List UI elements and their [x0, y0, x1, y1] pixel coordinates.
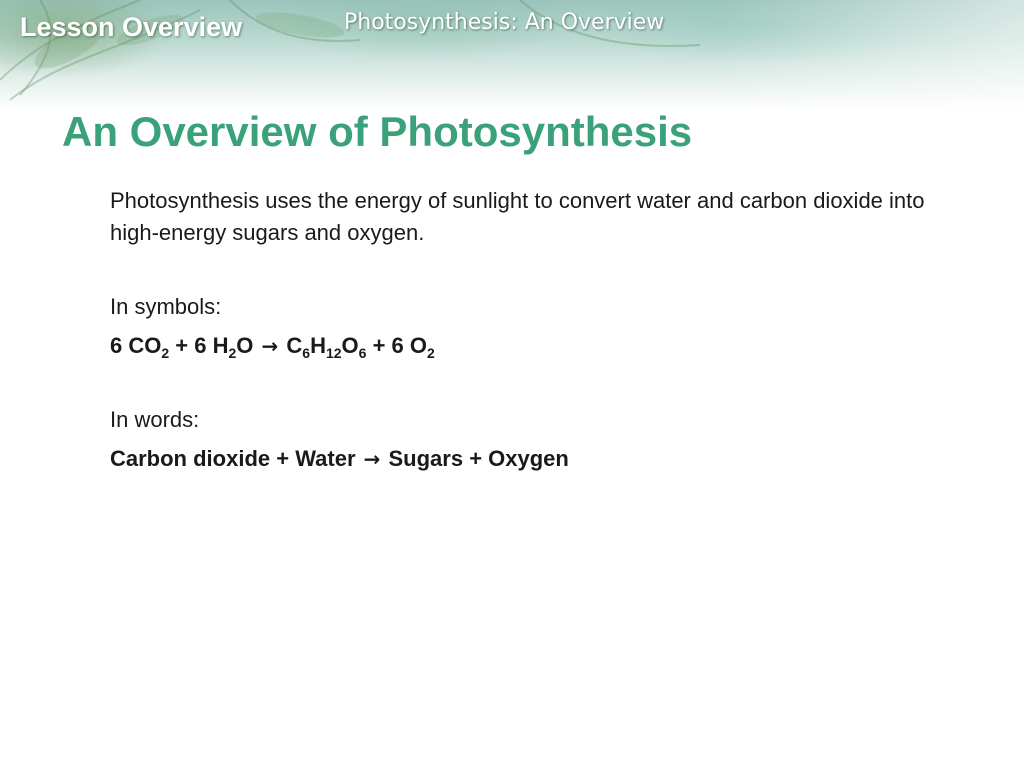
page-title: An Overview of Photosynthesis — [62, 108, 693, 155]
word-equation: Carbon dioxide + Water → Sugars + Oxygen — [110, 446, 569, 471]
chemical-equation: 6 CO2 + 6 H2O → C6H12O6 + 6 O2 — [110, 333, 435, 361]
slide: Lesson Overview Photosynthesis: An Overv… — [0, 0, 1024, 768]
arrow-right-icon: → — [363, 447, 381, 471]
section-title: Photosynthesis: An Overview — [344, 10, 665, 35]
words-label: In words: — [110, 407, 200, 432]
intro-paragraph: Photosynthesis uses the energy of sunlig… — [110, 188, 925, 245]
arrow-right-icon: → — [261, 334, 279, 358]
symbols-label: In symbols: — [110, 294, 222, 319]
lesson-overview-label: Lesson Overview — [20, 12, 243, 42]
slide-body: Photosynthesis uses the energy of sunlig… — [110, 185, 950, 475]
